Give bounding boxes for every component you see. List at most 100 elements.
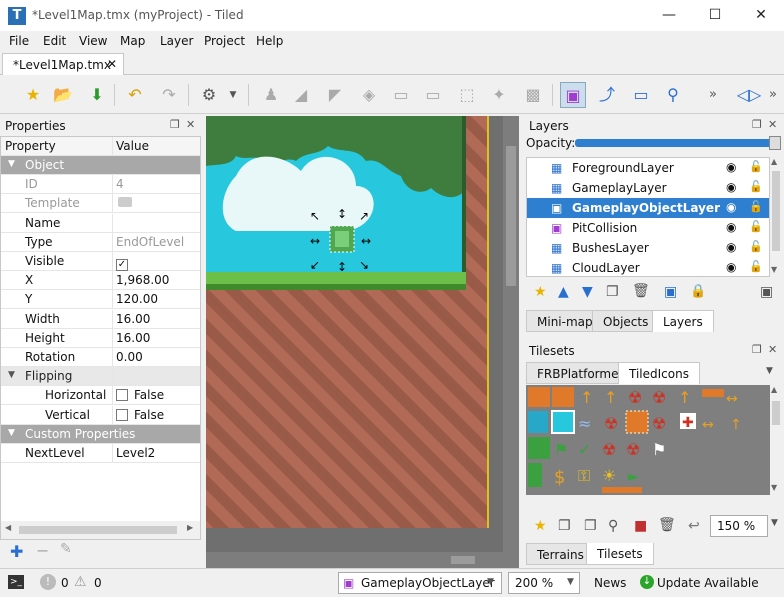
property-row[interactable]: Name: [1, 213, 200, 233]
visibility-eye-icon[interactable]: ◉: [726, 160, 736, 174]
tab-layers[interactable]: Layers: [652, 310, 714, 332]
map-canvas[interactable]: ↖ ↕ ↗ ↔ ↔ ↙ ↕ ↘: [206, 116, 519, 568]
maximize-button[interactable]: ☐: [692, 0, 738, 31]
duplicate-layer-icon[interactable]: ❐: [606, 284, 619, 300]
property-row[interactable]: Y 120.00: [1, 290, 200, 310]
lock-layers-icon[interactable]: 🔒: [690, 284, 706, 299]
raise-layer-icon[interactable]: ▲: [558, 284, 569, 300]
property-value[interactable]: EndOfLevel: [116, 235, 184, 249]
add-property-icon[interactable]: ✚: [10, 542, 23, 561]
properties-close-icon[interactable]: ✕: [186, 118, 195, 131]
delete-layer-icon[interactable]: 🗑: [632, 283, 650, 299]
toolbar-overflow-icon[interactable]: »: [700, 82, 726, 108]
current-layer-combo[interactable]: ▣ GameplayObjectLayer ▼: [338, 572, 502, 594]
property-value[interactable]: Level2: [116, 446, 155, 460]
property-row[interactable]: Vertical False: [1, 405, 200, 425]
lock-icon[interactable]: 🔓: [749, 240, 763, 253]
properties-table[interactable]: Property Value ▼ Object ID 4 Template Name Typ…: [0, 136, 201, 540]
minimize-button[interactable]: —: [646, 0, 692, 31]
warning-icon[interactable]: ⚠: [74, 574, 87, 590]
commands-gear-icon[interactable]: ⚙: [196, 82, 222, 108]
opacity-slider-handle[interactable]: [769, 136, 781, 150]
menu-help[interactable]: Help: [256, 34, 283, 48]
visibility-eye-icon[interactable]: ◉: [726, 220, 736, 234]
lock-icon[interactable]: 🔓: [749, 200, 763, 213]
property-row[interactable]: Template: [1, 194, 200, 214]
lock-icon[interactable]: 🔓: [749, 160, 763, 173]
opacity-slider[interactable]: [575, 139, 778, 147]
visibility-eye-icon[interactable]: ◉: [726, 200, 736, 214]
close-tab-icon[interactable]: ✕: [107, 57, 117, 71]
tab-tilesets[interactable]: Tilesets: [586, 543, 654, 565]
new-tileset-icon[interactable]: ★: [534, 518, 547, 534]
layers-close-icon[interactable]: ✕: [768, 118, 777, 131]
visibility-eye-icon[interactable]: ◉: [726, 260, 736, 274]
select-objects-icon[interactable]: ▣: [560, 82, 586, 108]
magic-wand-icon[interactable]: ✦: [486, 82, 512, 108]
property-row[interactable]: Horizontal False: [1, 386, 200, 406]
property-value[interactable]: 120.00: [116, 292, 158, 306]
properties-h-scrollbar[interactable]: ◀ ▶: [1, 521, 200, 539]
property-row[interactable]: Width 16.00: [1, 309, 200, 329]
embed-tileset-icon[interactable]: ❐: [558, 518, 571, 534]
checkbox[interactable]: [116, 408, 128, 421]
map-view[interactable]: ↖ ↕ ↗ ↔ ↔ ↙ ↕ ↘: [206, 116, 519, 568]
tab-terrains[interactable]: Terrains: [526, 543, 595, 565]
wang-brush-icon[interactable]: ◤: [322, 82, 348, 108]
menu-layer[interactable]: Layer: [160, 34, 193, 48]
property-value[interactable]: [116, 196, 132, 210]
property-row[interactable]: Type EndOfLevel: [1, 232, 200, 252]
insert-point-icon[interactable]: ⚲: [660, 82, 686, 108]
lower-layer-icon[interactable]: ▼: [582, 284, 593, 300]
checkbox[interactable]: ✓: [116, 259, 128, 271]
property-row[interactable]: ID 4: [1, 175, 200, 195]
layer-row[interactable]: ▣ PitCollision ◉ 🔓: [527, 218, 769, 238]
rect-select-icon[interactable]: ⬚: [454, 82, 480, 108]
tileset-tabs-dropdown-icon[interactable]: ▼: [766, 366, 773, 376]
layer-row[interactable]: ▣ GameplayObjectLayer ◉ 🔓: [527, 198, 769, 218]
export-tileset-icon[interactable]: ❐: [584, 518, 597, 534]
tileset-v-scrollbar[interactable]: ▲ ▼: [770, 385, 782, 495]
map-zoom-combo[interactable]: 200 % ▼: [508, 572, 580, 594]
layer-row[interactable]: ▦ BushesLayer ◉ 🔓: [527, 238, 769, 258]
lock-icon[interactable]: 🔓: [749, 220, 763, 233]
tilesets-float-icon[interactable]: ❐: [752, 343, 762, 356]
dynamic-wrapping-icon[interactable]: ↩: [688, 518, 700, 534]
open-file-icon[interactable]: 📂: [50, 82, 76, 108]
property-row[interactable]: ▼ Custom Properties: [1, 424, 200, 444]
remove-property-icon[interactable]: −: [36, 541, 49, 560]
save-icon[interactable]: ⬇: [84, 82, 110, 108]
property-row[interactable]: Rotation 0.00: [1, 348, 200, 367]
menu-file[interactable]: File: [9, 34, 29, 48]
bucket-fill-icon[interactable]: ◈: [356, 82, 382, 108]
new-layer-icon[interactable]: ★: [534, 284, 547, 300]
property-value[interactable]: ✓: [116, 254, 134, 271]
toolbar-overflow-right-icon[interactable]: »: [764, 82, 782, 108]
property-row[interactable]: X 1,968.00: [1, 271, 200, 291]
select-same-tile-icon[interactable]: ▩: [520, 82, 546, 108]
property-value[interactable]: 16.00: [116, 312, 150, 326]
property-value[interactable]: 1,968.00: [116, 273, 169, 287]
insert-rectangle-icon[interactable]: ▭: [628, 82, 654, 108]
property-value[interactable]: 4: [116, 177, 124, 191]
edit-polygons-icon[interactable]: ⤴: [594, 82, 620, 108]
tileset-view[interactable]: ↑ ↑ ☢ ☢ ↑ ↔ ≈ ☢ ☢ ✚ ↔ ↑ ⚑ ✓ ☢ ☢ ⚑ $ ⚿ ☀ …: [526, 385, 770, 495]
undo-icon[interactable]: ↶: [122, 82, 148, 108]
error-icon[interactable]: !: [40, 574, 56, 590]
tab-objects[interactable]: Objects: [592, 310, 660, 332]
layer-row[interactable]: ▦ CloudLayer ◉ 🔓: [527, 258, 769, 278]
menu-edit[interactable]: Edit: [43, 34, 66, 48]
property-row[interactable]: Visible ✓: [1, 252, 200, 271]
shape-fill-icon[interactable]: ▭: [388, 82, 414, 108]
menu-project[interactable]: Project: [204, 34, 245, 48]
tilesets-close-icon[interactable]: ✕: [768, 343, 777, 356]
layers-v-scrollbar[interactable]: ▲ ▼: [770, 157, 782, 277]
stamp-brush-icon[interactable]: ♟: [258, 82, 284, 108]
redo-icon[interactable]: ↷: [156, 82, 182, 108]
layers-list[interactable]: ▦ ForegroundLayer ◉ 🔓 ▦ GameplayLayer ◉ 🔓 ▣ Gamep…: [526, 157, 770, 277]
commands-dropdown-icon[interactable]: ▼: [220, 82, 246, 108]
collapse-caret-icon[interactable]: ▼: [8, 370, 15, 380]
tab-tiledicons[interactable]: TiledIcons: [618, 362, 700, 384]
highlight-layer-icon[interactable]: ▣: [760, 284, 773, 300]
terrain-brush-icon[interactable]: ◢: [288, 82, 314, 108]
